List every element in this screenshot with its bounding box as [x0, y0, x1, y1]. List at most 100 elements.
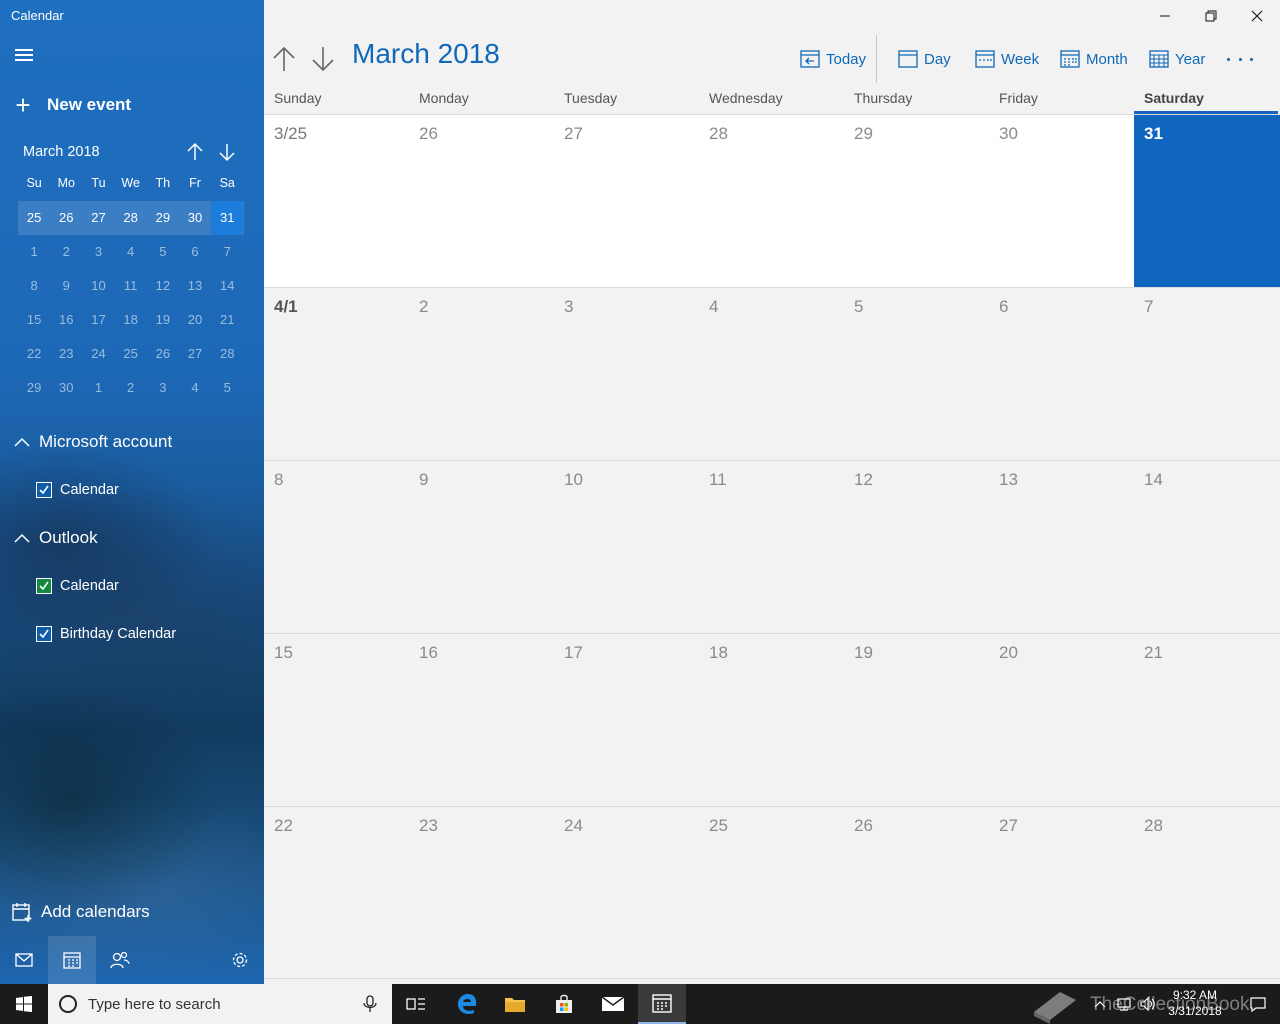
- new-event-button[interactable]: + New event: [12, 90, 131, 120]
- calendar-day-cell[interactable]: 23: [409, 807, 554, 979]
- calendar-day-cell[interactable]: 28: [699, 115, 844, 287]
- show-hidden-icons-button[interactable]: [1088, 984, 1112, 1024]
- store-button[interactable]: [540, 984, 588, 1024]
- more-options-button[interactable]: [1227, 46, 1253, 72]
- month-title[interactable]: March 2018: [352, 38, 500, 70]
- calendar-day-cell[interactable]: 10: [554, 461, 699, 633]
- mini-calendar-day[interactable]: 15: [18, 303, 50, 337]
- calendar-day-cell[interactable]: 24: [554, 807, 699, 979]
- mini-calendar-day[interactable]: 30: [50, 371, 82, 405]
- mini-calendar-day[interactable]: 29: [147, 201, 179, 235]
- mini-calendar-day[interactable]: 16: [50, 303, 82, 337]
- mini-calendar-day[interactable]: 10: [82, 269, 114, 303]
- calendar-day-cell[interactable]: 4: [699, 288, 844, 460]
- mini-calendar-day[interactable]: 21: [211, 303, 243, 337]
- start-button[interactable]: [0, 984, 48, 1024]
- mini-calendar-title[interactable]: March 2018: [23, 144, 100, 160]
- calendar-day-cell[interactable]: 17: [554, 634, 699, 806]
- mini-calendar-day[interactable]: 2: [50, 235, 82, 269]
- mini-calendar-day[interactable]: 27: [179, 337, 211, 371]
- mini-calendar-day[interactable]: 27: [82, 201, 114, 235]
- mini-calendar-day[interactable]: 14: [211, 269, 243, 303]
- mini-calendar-day[interactable]: 17: [82, 303, 114, 337]
- calendar-day-cell[interactable]: 5: [844, 288, 989, 460]
- mini-calendar-day[interactable]: 8: [18, 269, 50, 303]
- month-view-button[interactable]: Month: [1060, 46, 1128, 72]
- people-switch-button[interactable]: [96, 936, 144, 984]
- file-explorer-button[interactable]: [491, 984, 539, 1024]
- network-button[interactable]: [1112, 984, 1136, 1024]
- mini-calendar-day[interactable]: 11: [115, 269, 147, 303]
- hamburger-menu-button[interactable]: [14, 46, 34, 64]
- calendar-day-cell[interactable]: 18: [699, 634, 844, 806]
- group-header-microsoft-account[interactable]: Microsoft account: [14, 429, 172, 455]
- calendar-day-cell[interactable]: 3: [554, 288, 699, 460]
- microphone-icon[interactable]: [363, 995, 377, 1013]
- mini-calendar-day[interactable]: 5: [211, 371, 243, 405]
- mini-calendar-day[interactable]: 3: [82, 235, 114, 269]
- calendar-day-cell[interactable]: 12: [844, 461, 989, 633]
- mini-calendar-day[interactable]: 7: [211, 235, 243, 269]
- calendar-app-button[interactable]: [638, 984, 686, 1024]
- close-button[interactable]: [1234, 0, 1280, 32]
- mini-calendar-day[interactable]: 30: [179, 201, 211, 235]
- calendar-day-cell[interactable]: 26: [409, 115, 554, 287]
- mini-calendar-day[interactable]: 6: [179, 235, 211, 269]
- task-view-button[interactable]: [392, 984, 440, 1024]
- mini-calendar-day[interactable]: 29: [18, 371, 50, 405]
- calendar-day-cell[interactable]: 6: [989, 288, 1134, 460]
- previous-month-button[interactable]: [271, 44, 297, 74]
- calendar-day-cell[interactable]: 28: [1134, 807, 1280, 979]
- volume-button[interactable]: [1136, 984, 1160, 1024]
- mini-calendar-next-button[interactable]: [217, 141, 237, 163]
- calendar-day-cell[interactable]: 20: [989, 634, 1134, 806]
- calendar-day-cell[interactable]: 2: [409, 288, 554, 460]
- calendar-day-cell[interactable]: 26: [844, 807, 989, 979]
- mini-calendar-day[interactable]: 26: [147, 337, 179, 371]
- year-view-button[interactable]: Year: [1149, 46, 1205, 72]
- calendar-switch-button[interactable]: [48, 936, 96, 984]
- checkbox-icon[interactable]: [36, 626, 52, 642]
- calendar-day-cell[interactable]: 21: [1134, 634, 1280, 806]
- mini-calendar-day[interactable]: 28: [115, 201, 147, 235]
- calendar-day-cell[interactable]: 27: [989, 807, 1134, 979]
- mail-switch-button[interactable]: [0, 936, 48, 984]
- calendar-day-cell[interactable]: 25: [699, 807, 844, 979]
- mini-calendar-day[interactable]: 5: [147, 235, 179, 269]
- calendar-day-cell[interactable]: 29: [844, 115, 989, 287]
- mail-app-button[interactable]: [589, 984, 637, 1024]
- checkbox-icon[interactable]: [36, 578, 52, 594]
- mini-calendar-day[interactable]: 9: [50, 269, 82, 303]
- calendar-day-cell[interactable]: 11: [699, 461, 844, 633]
- minimize-button[interactable]: [1142, 0, 1188, 32]
- calendar-day-cell[interactable]: 16: [409, 634, 554, 806]
- mini-calendar-day[interactable]: 24: [82, 337, 114, 371]
- calendar-day-cell[interactable]: 9: [409, 461, 554, 633]
- calendar-day-cell[interactable]: 7: [1134, 288, 1280, 460]
- calendar-day-cell[interactable]: 30: [989, 115, 1134, 287]
- taskbar-search-box[interactable]: Type here to search: [48, 984, 392, 1024]
- calendar-toggle-microsoft-calendar[interactable]: Calendar: [36, 479, 119, 501]
- mini-calendar-day[interactable]: 19: [147, 303, 179, 337]
- add-calendars-button[interactable]: Add calendars: [11, 899, 150, 925]
- mini-calendar-day[interactable]: 3: [147, 371, 179, 405]
- calendar-day-cell[interactable]: 31: [1134, 115, 1280, 287]
- mini-calendar-day[interactable]: 18: [115, 303, 147, 337]
- day-view-button[interactable]: Day: [898, 46, 951, 72]
- calendar-day-cell[interactable]: 3/25: [264, 115, 409, 287]
- calendar-day-cell[interactable]: 27: [554, 115, 699, 287]
- calendar-day-cell[interactable]: 19: [844, 634, 989, 806]
- group-header-outlook[interactable]: Outlook: [14, 525, 98, 551]
- mini-calendar-day[interactable]: 2: [115, 371, 147, 405]
- mini-calendar-day[interactable]: 23: [50, 337, 82, 371]
- mini-calendar-day[interactable]: 28: [211, 337, 243, 371]
- mini-calendar-day[interactable]: 25: [115, 337, 147, 371]
- action-center-button[interactable]: [1236, 984, 1280, 1024]
- mini-calendar-day[interactable]: 13: [179, 269, 211, 303]
- mini-calendar-day[interactable]: 22: [18, 337, 50, 371]
- taskbar-clock[interactable]: 9:32 AM 3/31/2018: [1160, 987, 1230, 1019]
- mini-calendar-day[interactable]: 26: [50, 201, 82, 235]
- settings-button[interactable]: [216, 936, 264, 984]
- calendar-toggle-outlook-calendar[interactable]: Calendar: [36, 575, 119, 597]
- calendar-day-cell[interactable]: 4/1: [264, 288, 409, 460]
